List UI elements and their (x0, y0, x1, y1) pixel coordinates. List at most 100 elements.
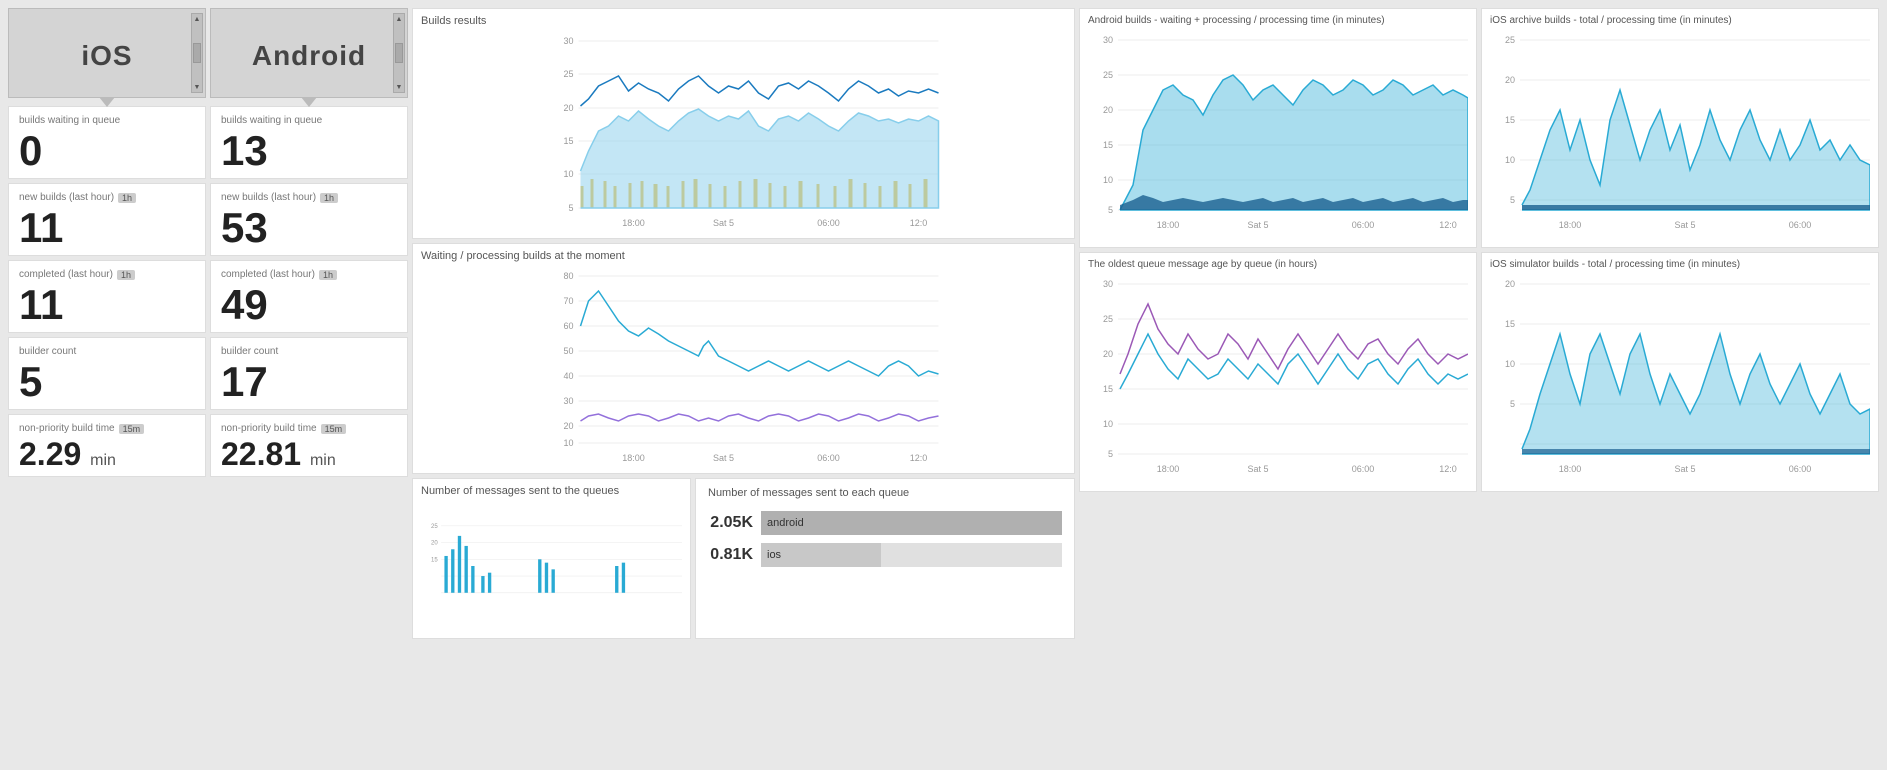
android-new-builds-value: 53 (221, 207, 397, 249)
android-builder-count-value: 17 (221, 361, 397, 403)
android-scroll-down[interactable]: ▼ (394, 82, 404, 92)
android-completed: completed (last hour) 1h 49 (210, 260, 408, 333)
ios-builds-waiting-value: 0 (19, 130, 195, 172)
ios-builds-waiting: builds waiting in queue 0 (8, 106, 206, 179)
svg-text:18:00: 18:00 (1559, 220, 1582, 230)
svg-text:10: 10 (1103, 419, 1113, 429)
android-completed-label: completed (last hour) 1h (221, 269, 397, 280)
svg-text:25: 25 (1103, 314, 1113, 324)
middle-panel: Builds results 30 25 20 15 10 5 (412, 8, 1075, 639)
bottom-row: Number of messages sent to the queues 25… (412, 478, 1075, 639)
svg-text:15: 15 (431, 557, 438, 563)
svg-text:10: 10 (1103, 175, 1113, 185)
svg-text:30: 30 (563, 396, 573, 406)
android-builds-chart: Android builds - waiting + processing / … (1079, 8, 1477, 248)
messages-queues-title: Number of messages sent to the queues (421, 485, 682, 497)
ios-builds-waiting-label: builds waiting in queue (19, 115, 195, 126)
android-scrollbar[interactable]: ▲ ▼ (393, 13, 405, 93)
svg-text:5: 5 (568, 203, 573, 213)
ios-msg-track: ios (761, 543, 1062, 567)
ios-scrollbar[interactable]: ▲ ▼ (191, 13, 203, 93)
android-scroll-thumb[interactable] (395, 43, 403, 63)
ios-new-builds-value: 11 (19, 207, 195, 249)
ios-msg-bar-row: 0.81K ios (708, 543, 1062, 567)
ios-scroll-down[interactable]: ▼ (192, 82, 202, 92)
svg-text:30: 30 (1103, 279, 1113, 289)
android-msg-value: 2.05K (708, 514, 753, 532)
left-panel: iOS ▲ ▼ Android ▲ ▼ buil (8, 8, 408, 639)
non-priority-row: non-priority build time 15m 2.29 min non… (8, 414, 408, 477)
svg-text:12:0: 12:0 (1439, 220, 1457, 230)
svg-text:06:00: 06:00 (1789, 220, 1812, 230)
android-non-priority-label: non-priority build time 15m (221, 423, 397, 434)
svg-text:25: 25 (563, 69, 573, 79)
messages-each-queue-panel: Number of messages sent to each queue 2.… (695, 478, 1075, 639)
right-bottom-charts: The oldest queue message age by queue (i… (1079, 252, 1879, 492)
ios-completed-label: completed (last hour) 1h (19, 269, 195, 280)
svg-text:12:0: 12:0 (910, 453, 928, 463)
android-msg-track: android (761, 511, 1062, 535)
messages-queues-svg: 25 20 15 (421, 501, 682, 631)
android-builds-svg: 30 25 20 15 10 5 18:00 Sat 5 06:00 12:0 (1088, 30, 1468, 240)
android-builder-count-label: builder count (221, 346, 397, 357)
ios-non-priority-label: non-priority build time 15m (19, 423, 195, 434)
oldest-queue-chart: The oldest queue message age by queue (i… (1079, 252, 1477, 492)
ios-new-builds-badge: 1h (118, 193, 136, 203)
ios-label: iOS (81, 40, 132, 72)
svg-text:25: 25 (1103, 70, 1113, 80)
svg-text:80: 80 (563, 271, 573, 281)
ios-archive-svg: 25 20 15 10 5 18:00 Sat 5 06:00 (1490, 30, 1870, 240)
svg-text:18:00: 18:00 (1157, 464, 1180, 474)
builder-count-row: builder count 5 builder count 17 (8, 337, 408, 410)
svg-text:20: 20 (431, 541, 438, 547)
svg-text:18:00: 18:00 (622, 218, 645, 228)
svg-text:18:00: 18:00 (622, 453, 645, 463)
right-top-charts: Android builds - waiting + processing / … (1079, 8, 1879, 248)
ios-archive-chart: iOS archive builds - total / processing … (1481, 8, 1879, 248)
svg-text:30: 30 (563, 36, 573, 46)
svg-text:06:00: 06:00 (817, 453, 840, 463)
ios-builder-count: builder count 5 (8, 337, 206, 410)
oldest-queue-svg: 30 25 20 15 10 5 18:00 Sat 5 06:00 12:0 (1088, 274, 1468, 484)
svg-text:10: 10 (1505, 155, 1515, 165)
waiting-processing-chart: Waiting / processing builds at the momen… (412, 243, 1075, 474)
svg-text:12:0: 12:0 (910, 218, 928, 228)
platform-selectors: iOS ▲ ▼ Android ▲ ▼ (8, 8, 408, 98)
svg-text:18:00: 18:00 (1559, 464, 1582, 474)
svg-text:18:00: 18:00 (1157, 220, 1180, 230)
android-new-builds: new builds (last hour) 1h 53 (210, 183, 408, 256)
svg-text:06:00: 06:00 (1352, 220, 1375, 230)
ios-new-builds: new builds (last hour) 1h 11 (8, 183, 206, 256)
android-platform-box[interactable]: Android ▲ ▼ (210, 8, 408, 98)
android-scroll-up[interactable]: ▲ (394, 14, 404, 24)
ios-msg-fill: ios (761, 543, 881, 567)
android-builder-count: builder count 17 (210, 337, 408, 410)
oldest-queue-title: The oldest queue message age by queue (i… (1088, 259, 1468, 270)
svg-text:20: 20 (1103, 105, 1113, 115)
builds-results-area: 30 25 20 15 10 5 (421, 31, 1066, 234)
new-builds-row: new builds (last hour) 1h 11 new builds … (8, 183, 408, 256)
svg-text:20: 20 (563, 421, 573, 431)
android-completed-badge: 1h (319, 270, 337, 280)
svg-text:40: 40 (563, 371, 573, 381)
svg-text:12:0: 12:0 (1439, 464, 1457, 474)
ios-scroll-up[interactable]: ▲ (192, 14, 202, 24)
svg-text:10: 10 (1505, 359, 1515, 369)
svg-text:06:00: 06:00 (1352, 464, 1375, 474)
svg-text:15: 15 (1505, 115, 1515, 125)
ios-new-builds-label: new builds (last hour) 1h (19, 192, 195, 203)
ios-builder-count-label: builder count (19, 346, 195, 357)
builds-results-svg: 30 25 20 15 10 5 (421, 31, 1066, 231)
ios-platform-box[interactable]: iOS ▲ ▼ (8, 8, 206, 98)
ios-simulator-chart: iOS simulator builds - total / processin… (1481, 252, 1879, 492)
ios-scroll-thumb[interactable] (193, 43, 201, 63)
svg-text:10: 10 (563, 169, 573, 179)
ios-completed-value: 11 (19, 284, 195, 326)
messages-each-queue-title: Number of messages sent to each queue (708, 487, 1062, 499)
svg-text:20: 20 (1505, 75, 1515, 85)
ios-simulator-svg: 20 15 10 5 18:00 Sat 5 06:00 (1490, 274, 1870, 484)
ios-simulator-title: iOS simulator builds - total / processin… (1490, 259, 1870, 270)
android-new-builds-label: new builds (last hour) 1h (221, 192, 397, 203)
ios-non-priority-value: 2.29 min (19, 438, 195, 470)
svg-text:20: 20 (1505, 279, 1515, 289)
